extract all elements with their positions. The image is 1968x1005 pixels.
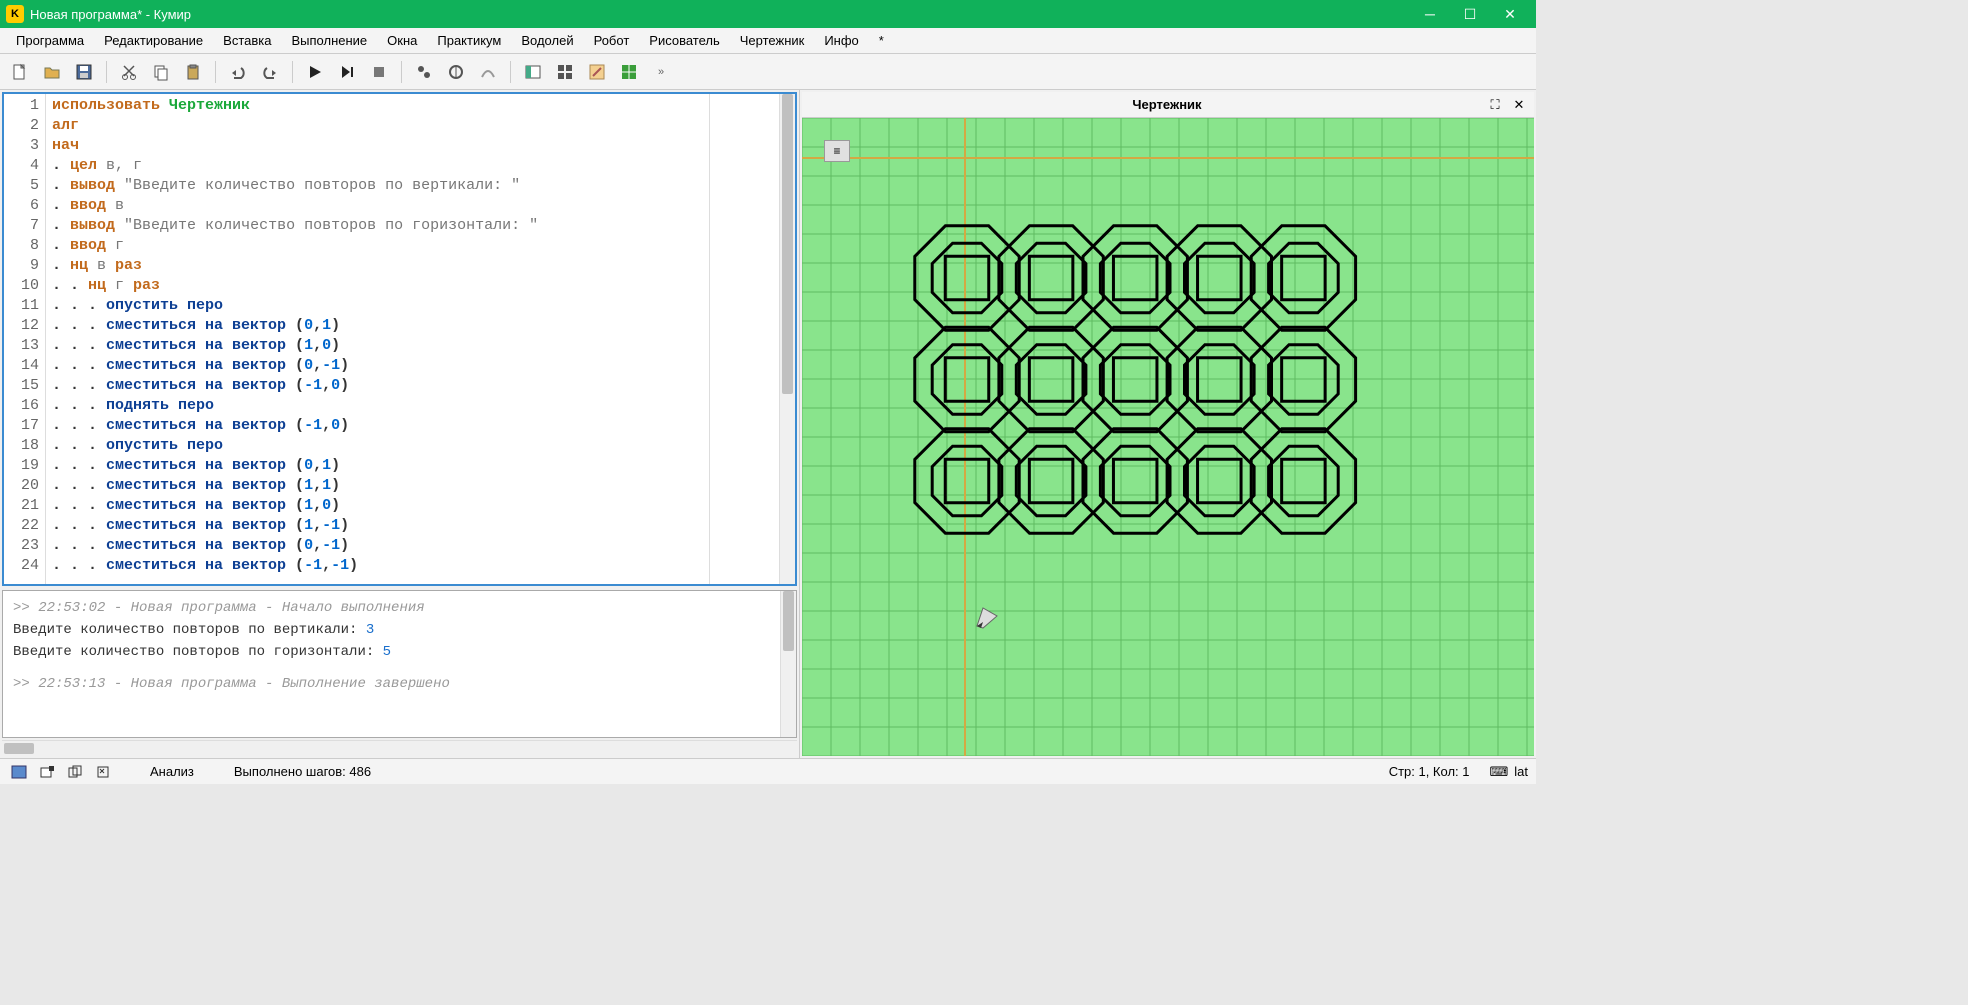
status-icon-2[interactable] — [36, 762, 58, 782]
app-icon: K — [6, 5, 24, 23]
drawer-title: Чертежник — [848, 97, 1486, 112]
new-file-icon[interactable] — [6, 58, 34, 86]
line-gutter: 123456789101112131415161718192021222324 — [4, 94, 46, 584]
menu-item-7[interactable]: Робот — [584, 29, 640, 52]
status-analysis: Анализ — [150, 764, 194, 779]
close-button[interactable]: ✕ — [1490, 0, 1530, 28]
step-icon[interactable] — [333, 58, 361, 86]
margin-column — [709, 94, 779, 584]
panel1-icon[interactable] — [519, 58, 547, 86]
menu-item-6[interactable]: Водолей — [511, 29, 583, 52]
titlebar: K Новая программа* - Кумир ─ ☐ ✕ — [0, 0, 1536, 28]
menu-item-1[interactable]: Редактирование — [94, 29, 213, 52]
tool2-icon[interactable] — [442, 58, 470, 86]
status-lang[interactable]: lat — [1514, 764, 1528, 779]
editor-vscrollbar[interactable] — [779, 94, 795, 584]
status-icon-3[interactable] — [64, 762, 86, 782]
undo-icon[interactable] — [224, 58, 252, 86]
drawer-close-icon[interactable]: ✕ — [1510, 96, 1528, 114]
run-icon[interactable] — [301, 58, 329, 86]
status-icon-1[interactable] — [8, 762, 30, 782]
menu-item-10[interactable]: Инфо — [814, 29, 868, 52]
more-icon[interactable]: » — [647, 58, 675, 86]
maximize-button[interactable]: ☐ — [1450, 0, 1490, 28]
window-title: Новая программа* - Кумир — [30, 7, 1410, 22]
menu-item-0[interactable]: Программа — [6, 29, 94, 52]
app-window: K Новая программа* - Кумир ─ ☐ ✕ Програм… — [0, 0, 1536, 784]
status-keyboard-icon[interactable]: ⌨ — [1490, 764, 1509, 780]
code-editor[interactable]: 123456789101112131415161718192021222324 … — [2, 92, 797, 586]
panel2-icon[interactable] — [551, 58, 579, 86]
cut-icon[interactable] — [115, 58, 143, 86]
save-file-icon[interactable] — [70, 58, 98, 86]
left-pane: 123456789101112131415161718192021222324 … — [0, 90, 800, 758]
code-area[interactable]: использовать Чертежникалгнач. цел в, г. … — [46, 94, 709, 584]
status-cursor-pos: Стр: 1, Кол: 1 — [1389, 764, 1470, 779]
output-panel: >> 22:53:02 - Новая программа - Начало в… — [2, 590, 797, 738]
panel4-icon[interactable] — [615, 58, 643, 86]
drawing-canvas[interactable]: ≡ — [802, 118, 1534, 756]
menu-item-3[interactable]: Выполнение — [281, 29, 377, 52]
menu-item-4[interactable]: Окна — [377, 29, 427, 52]
status-icon-4[interactable] — [92, 762, 114, 782]
panel3-icon[interactable] — [583, 58, 611, 86]
canvas-menu-icon[interactable]: ≡ — [824, 140, 850, 162]
paste-icon[interactable] — [179, 58, 207, 86]
redo-icon[interactable] — [256, 58, 284, 86]
menu-item-8[interactable]: Рисователь — [639, 29, 729, 52]
stop-icon[interactable] — [365, 58, 393, 86]
open-file-icon[interactable] — [38, 58, 66, 86]
tool1-icon[interactable] — [410, 58, 438, 86]
menu-item-5[interactable]: Практикум — [427, 29, 511, 52]
output-meta-end: >> 22:53:13 - Новая программа - Выполнен… — [13, 673, 770, 695]
output-vscrollbar[interactable] — [780, 591, 796, 737]
menu-item-2[interactable]: Вставка — [213, 29, 281, 52]
menu-item-11[interactable]: * — [869, 29, 894, 52]
output-line-1: Введите количество повторов по вертикали… — [13, 619, 770, 641]
menu-item-9[interactable]: Чертежник — [730, 29, 815, 52]
menubar: ПрограммаРедактированиеВставкаВыполнение… — [0, 28, 1536, 54]
copy-icon[interactable] — [147, 58, 175, 86]
tool3-icon[interactable] — [474, 58, 502, 86]
status-steps: Выполнено шагов: 486 — [234, 764, 371, 779]
minimize-button[interactable]: ─ — [1410, 0, 1450, 28]
statusbar: Анализ Выполнено шагов: 486 Стр: 1, Кол:… — [0, 758, 1536, 784]
right-pane: Чертежник ⛶ ✕ ≡ — [802, 92, 1534, 756]
drawer-maximize-icon[interactable]: ⛶ — [1486, 96, 1504, 114]
drawer-header: Чертежник ⛶ ✕ — [802, 92, 1534, 118]
toolbar: » — [0, 54, 1536, 90]
output-line-2: Введите количество повторов по горизонта… — [13, 641, 770, 663]
editor-hscrollbar[interactable] — [2, 740, 797, 756]
output-meta-start: >> 22:53:02 - Новая программа - Начало в… — [13, 597, 770, 619]
